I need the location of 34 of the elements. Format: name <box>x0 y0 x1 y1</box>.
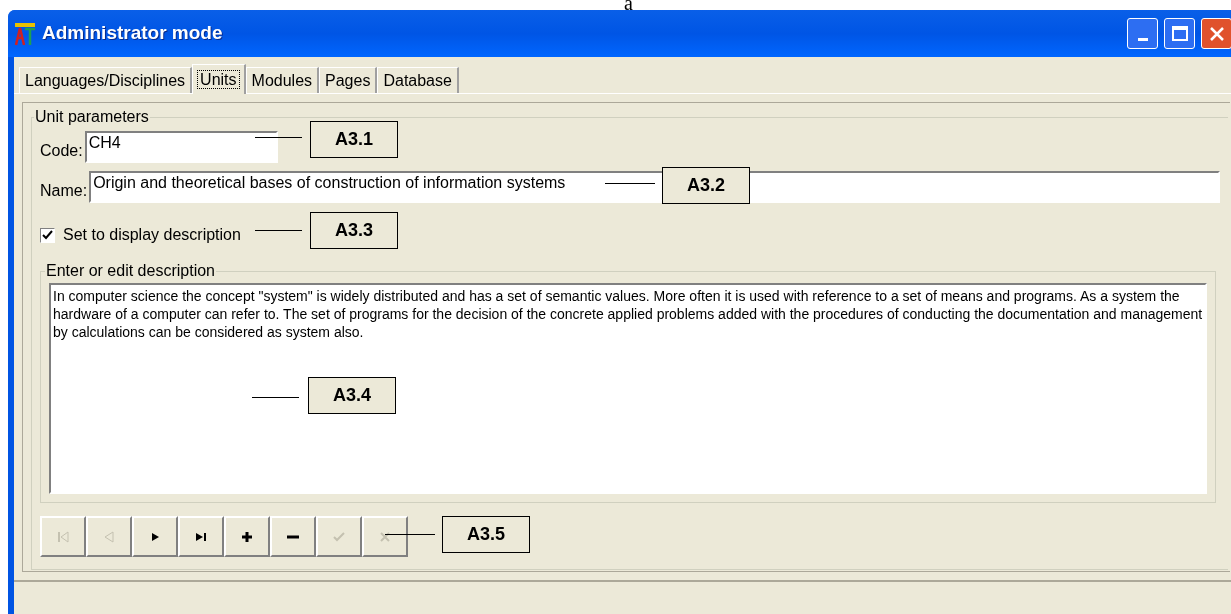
checkbox-label: Set to display description <box>63 225 241 245</box>
window-title: Administrator mode <box>42 21 223 46</box>
callout-label: A3.2 <box>662 167 750 204</box>
navigator-button[interactable] <box>224 516 270 557</box>
figure-caption: a <box>624 0 633 10</box>
minimize-icon <box>1137 38 1148 41</box>
navigator-button[interactable] <box>178 516 224 557</box>
tab[interactable]: Pages <box>319 67 378 93</box>
checkbox[interactable] <box>40 227 55 243</box>
callout-label: A3.3 <box>310 212 398 249</box>
name-label: Name: <box>40 181 88 201</box>
group-title: Unit parameters <box>34 107 150 127</box>
checkmark-icon <box>42 229 53 241</box>
code-label: Code: <box>40 141 83 161</box>
callout-label: A3.5 <box>442 516 530 553</box>
leader-line <box>252 397 299 398</box>
tab[interactable]: Database <box>377 67 459 93</box>
tab[interactable]: Modules <box>245 67 320 93</box>
minimize-button[interactable] <box>1127 18 1158 49</box>
leader-line <box>255 137 302 138</box>
tab[interactable]: Units <box>192 64 246 94</box>
close-icon <box>1208 25 1225 42</box>
close-button[interactable] <box>1201 18 1231 49</box>
maximize-icon <box>1171 26 1188 41</box>
maximize-button[interactable] <box>1164 18 1195 49</box>
group-title: Enter or edit description <box>45 261 216 281</box>
tab[interactable]: Languages/Disciplines <box>19 67 193 93</box>
app-logo-icon <box>14 20 36 47</box>
callout-label: A3.4 <box>308 377 396 414</box>
code-field[interactable]: CH4 <box>84 131 278 163</box>
callout-label: A3.1 <box>310 121 398 158</box>
leader-line <box>385 534 435 535</box>
leader-line <box>255 230 302 231</box>
leader-line <box>605 183 655 184</box>
